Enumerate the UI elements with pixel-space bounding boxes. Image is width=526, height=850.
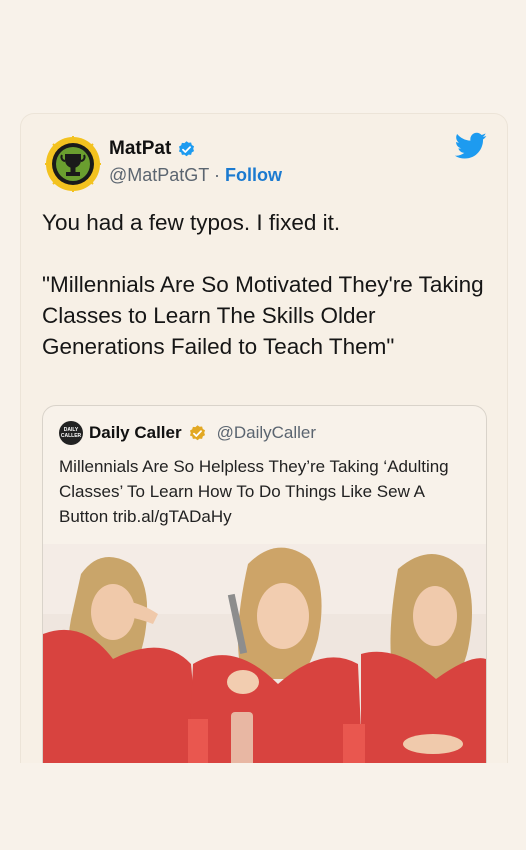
quoted-author-handle[interactable]: @DailyCaller — [217, 423, 316, 443]
tweet-author: MatPat @MatPatGT · Follow — [109, 138, 282, 186]
quoted-tweet[interactable]: DAILY CALLER Daily Caller @DailyCaller M… — [42, 405, 487, 764]
author-handle-row: @MatPatGT · Follow — [109, 165, 282, 186]
tweet-card: MatPat @MatPatGT · Follow You had a few … — [20, 113, 508, 764]
quoted-author-name[interactable]: Daily Caller — [89, 423, 182, 443]
quoted-tweet-image[interactable] — [43, 544, 486, 764]
quoted-tweet-header: DAILY CALLER Daily Caller @DailyCaller — [59, 421, 316, 445]
matpat-avatar[interactable] — [45, 136, 101, 192]
page-background-bottom — [0, 763, 526, 850]
gold-verified-badge-icon — [189, 424, 205, 440]
follow-link[interactable]: Follow — [225, 165, 282, 185]
tweet-text-line1: You had a few typos. I fixed it. — [42, 210, 341, 235]
daily-caller-logo: DAILY CALLER — [59, 421, 83, 445]
separator-dot: · — [213, 165, 220, 185]
author-handle[interactable]: @MatPatGT — [109, 165, 209, 185]
logo-text-bottom: CALLER — [60, 433, 82, 439]
tweet-body: You had a few typos. I fixed it. "Millen… — [42, 207, 487, 362]
author-name[interactable]: MatPat — [109, 138, 171, 160]
twitter-bird-icon[interactable] — [455, 132, 487, 160]
verified-badge-icon — [179, 140, 195, 156]
quoted-tweet-text: Millennials Are So Helpless They’re Taki… — [59, 457, 449, 526]
tweet-text-line2: "Millennials Are So Motivated They're Ta… — [42, 272, 484, 359]
author-name-row: MatPat — [109, 138, 282, 160]
